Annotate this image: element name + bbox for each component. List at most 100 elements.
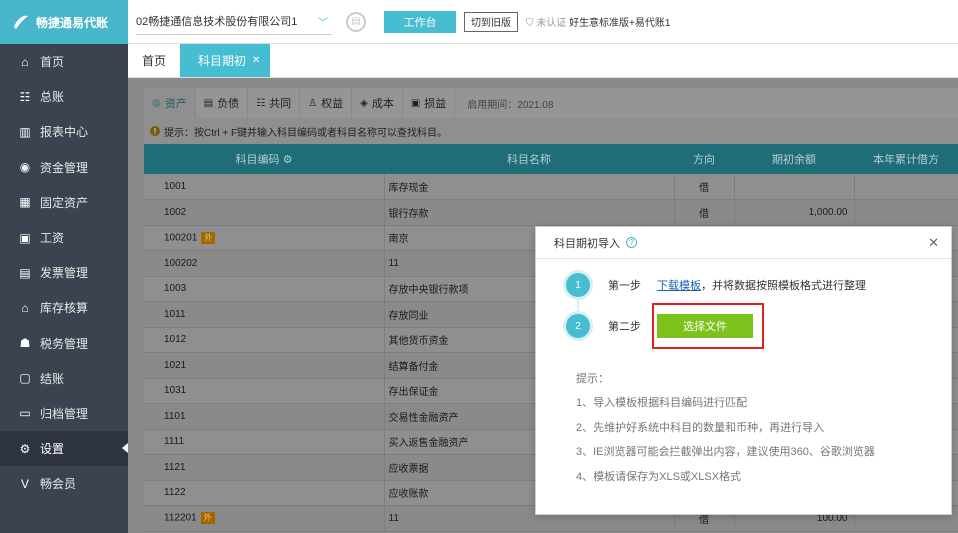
col-code-label: 科目编码: [235, 154, 280, 166]
step-two-number: 2: [566, 314, 590, 338]
cell-opening-balance: [733, 174, 854, 200]
company-select[interactable]: 02畅捷通信息技术股份有限公司1 ﹀: [136, 9, 332, 35]
cell-name-value: 结算备付金: [388, 361, 439, 373]
common-tab-icon: ☷: [256, 97, 266, 109]
import-dialog: 科目期初导入 ? ✕ 1 第一步 下载模板 ，并将数据按照模板格式进行整理 2 …: [535, 226, 952, 515]
invoice-icon: ▤: [19, 265, 31, 280]
cell-direction: 借: [673, 199, 734, 226]
cell-code: 1012: [144, 327, 384, 353]
col-name: 科目名称: [384, 144, 674, 174]
tip-text: 提示：按Ctrl + F键并输入科目编码或者科目名称可以查找科目。: [164, 127, 448, 139]
shield-icon: ⛉: [526, 18, 534, 29]
cell-code: 100201 外: [144, 225, 384, 251]
cell-name-value: 存放同业: [388, 310, 429, 322]
report-icon: ▥: [19, 124, 31, 139]
sidebar-item[interactable]: ▣ 工资: [0, 220, 128, 255]
col-code: 科目编码 ⚙: [144, 144, 384, 174]
foreign-currency-badge: 外: [201, 231, 216, 244]
search-tip: ! 提示：按Ctrl + F键并输入科目编码或者科目名称可以查找科目。: [144, 118, 958, 144]
subject-category-tab[interactable]: ◎ 资产: [144, 88, 196, 118]
subject-category-tab[interactable]: ☷ 共同: [248, 88, 301, 118]
cell-name-value: 银行存款: [388, 208, 429, 220]
gear-icon: ⚙: [19, 441, 31, 456]
help-icon[interactable]: ?: [626, 237, 637, 248]
cell-code-value: 1121: [164, 461, 186, 473]
table-row[interactable]: 1001 库存现金 借: [144, 174, 958, 200]
cell-code-value: 1111: [164, 436, 185, 448]
sidebar-item[interactable]: ▥ 报表中心: [0, 114, 128, 149]
sidebar-item[interactable]: V 畅会员: [0, 466, 128, 501]
switch-old-version-button[interactable]: 切到旧版: [464, 11, 518, 32]
hint-title: 提示：: [576, 373, 609, 385]
cell-code-value: 1003: [164, 283, 187, 295]
cost-tab-icon: ◈: [360, 97, 368, 109]
tab-home-label: 首页: [142, 54, 167, 68]
hint-item: 4、模板请保存为XLS或XLSX格式: [576, 470, 742, 483]
cell-name: 银行存款: [383, 199, 674, 226]
close-icon[interactable]: ✕: [252, 55, 260, 66]
sidebar-item-label: 报表中心: [40, 125, 89, 140]
cell-code: 1003: [144, 276, 384, 302]
sidebar-item[interactable]: ▤ 发票管理: [0, 255, 128, 290]
sidebar-item[interactable]: ⌂ 库存核算: [0, 290, 128, 325]
col-opening-balance: 期初余额: [734, 144, 854, 174]
pl-tab-icon: ▣: [410, 97, 421, 109]
cell-direction-value: 借: [699, 183, 709, 194]
sidebar-item-label: 资金管理: [40, 160, 89, 175]
subject-category-label: 共同: [269, 98, 292, 110]
cell-name-value: 交易性金融资产: [388, 412, 459, 424]
subject-category-label: 损益: [424, 98, 447, 110]
cell-code-value: 1012: [164, 334, 187, 346]
cell-name-value: 11: [388, 257, 399, 269]
hints: 提示： 1、导入模板根据科目编码进行匹配 2、先维护好系统中科目的数量和币种，再…: [576, 367, 875, 489]
cell-code-value: 100201: [164, 232, 198, 244]
cell-code: 100202: [144, 250, 384, 277]
cell-code: 112201 外: [144, 505, 384, 532]
step-one-number: 1: [566, 273, 590, 297]
cell-name-value: 11: [388, 512, 399, 524]
gear-icon[interactable]: ⚙: [283, 154, 293, 166]
download-template-link[interactable]: 下载模板: [657, 277, 701, 293]
cell-code: 1001: [144, 174, 384, 200]
sidebar-item-label: 固定资产: [40, 195, 89, 210]
sidebar-item-label: 税务管理: [40, 336, 89, 351]
sidebar-item[interactable]: ▭ 归档管理: [0, 396, 128, 431]
sidebar-item[interactable]: ▦ 固定资产: [0, 185, 128, 220]
hint-item: 1、导入模板根据科目编码进行匹配: [576, 397, 748, 410]
sidebar-item[interactable]: ⌂ 首页: [0, 44, 128, 79]
table-row[interactable]: 1002 银行存款 借 1,000.00: [144, 199, 958, 226]
brand-logo[interactable]: 畅捷通易代账: [0, 0, 128, 44]
salary-icon: ▣: [19, 230, 31, 245]
sidebar: 畅捷通易代账 ⌂ 首页 ☷ 总账 ▥ 报表中心 ◉ 资金管理 ▦ 固定资产 ▣ 工资 ▤ 发票管理 ⌂ 库存核…: [0, 0, 128, 533]
liability-tab-icon: ▤: [203, 97, 214, 109]
sidebar-item[interactable]: ◉ 资金管理: [0, 150, 128, 185]
sidebar-item[interactable]: ☷ 总账: [0, 79, 128, 114]
cell-name-value: 其他货币资金: [388, 336, 449, 348]
sidebar-item[interactable]: ⚙ 设置: [0, 431, 128, 467]
subject-category-tab[interactable]: ▤ 负债: [196, 88, 249, 118]
workbench-button[interactable]: 工作台: [384, 10, 456, 33]
subject-category-tab[interactable]: ◈ 成本: [352, 88, 403, 118]
subject-category-tab[interactable]: ♙ 权益: [300, 88, 353, 118]
subject-category-tab[interactable]: ▣ 损益: [403, 88, 456, 118]
sidebar-item[interactable]: ▢ 结账: [0, 361, 128, 396]
sidebar-item[interactable]: ☗ 税务管理: [0, 326, 128, 361]
sidebar-item-label: 结账: [40, 371, 65, 386]
cell-ytd-debit[interactable]: [853, 174, 958, 200]
tab-home[interactable]: 首页: [128, 44, 180, 77]
closing-icon: ▢: [19, 371, 31, 386]
cell-direction: 借: [673, 174, 734, 200]
cell-opening-balance-value: 1,000.00: [808, 206, 848, 218]
cell-code-value: 1011: [164, 308, 186, 320]
tenant-name: 好生意标准版+易代账1: [569, 18, 671, 29]
cell-code-value: 1101: [164, 410, 186, 422]
cell-code: 1021: [144, 352, 384, 379]
document-icon[interactable]: ▤: [346, 11, 366, 32]
tab-subject-opening[interactable]: 科目期初 ✕: [180, 44, 271, 77]
cell-code: 1011: [144, 301, 384, 328]
close-icon[interactable]: ✕: [928, 235, 939, 251]
asset-icon: ▦: [19, 195, 31, 210]
cell-ytd-debit[interactable]: [853, 199, 958, 226]
cell-name-value: 存放中央银行款项: [388, 285, 469, 297]
hint-item: 3、IE浏览器可能会拦截弹出内容，建议使用360、谷歌浏览器: [576, 446, 875, 459]
